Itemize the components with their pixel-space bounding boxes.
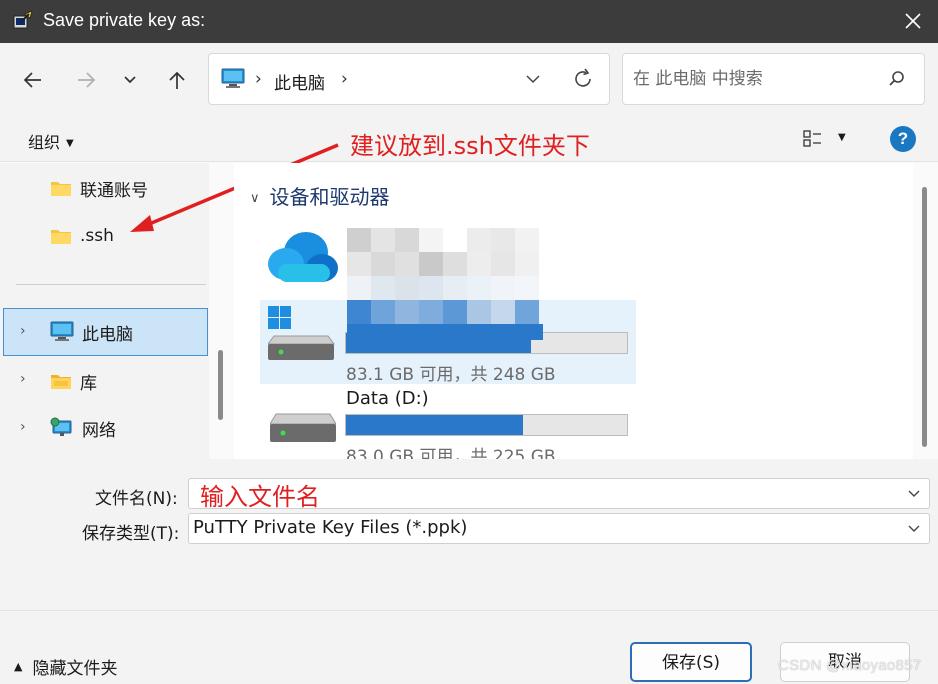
devices-group-header[interactable]: ∨ 设备和驱动器 <box>250 181 390 210</box>
network-icon <box>50 417 72 436</box>
privacy-mosaic <box>347 228 543 340</box>
hide-folders-label: 隐藏文件夹 <box>32 659 118 679</box>
nav-item-ssh-folder[interactable]: .ssh <box>50 218 114 254</box>
help-button[interactable]: ? <box>890 126 916 152</box>
drive-name: Data (D:) <box>346 388 429 409</box>
folder-icon <box>51 182 71 196</box>
drive-item-data[interactable]: Data (D:) 83.0 GB 可用，共 225 GB <box>260 382 636 459</box>
arrow-up-icon <box>169 71 185 89</box>
breadcrumb-separator: › <box>255 69 262 89</box>
filetype-select[interactable]: PuTTY Private Key Files (*.ppk) <box>188 513 930 544</box>
caret-up-icon: ▲ <box>14 660 23 673</box>
arrow-right-icon <box>78 72 96 88</box>
filename-label: 文件名(N): <box>95 489 178 509</box>
back-button[interactable] <box>18 65 48 95</box>
forward-button[interactable] <box>71 65 101 95</box>
filename-hint-annotation: 输入文件名 <box>200 483 320 511</box>
nav-item-label: 此电脑 <box>82 324 133 345</box>
onedrive-cloud-icon <box>268 232 338 282</box>
file-list-pane: ∨ 设备和驱动器 83.1 GB 可用，共 248 GB Data (D:) 8… <box>234 163 938 459</box>
chevron-down-icon[interactable] <box>907 522 921 536</box>
drive-info: 83.0 GB 可用，共 225 GB <box>346 447 556 459</box>
divider <box>0 610 938 611</box>
scrollbar-thumb[interactable] <box>218 350 223 420</box>
view-options-icon[interactable] <box>803 129 823 149</box>
libraries-icon <box>51 375 71 389</box>
filetype-label: 保存类型(T): <box>82 524 180 544</box>
window-title: Save private key as: <box>43 10 206 30</box>
nav-item-label: 网络 <box>82 420 116 441</box>
chevron-down-icon <box>124 76 136 84</box>
navigation-bar: › 此电脑 › <box>0 43 938 116</box>
drive-usage-bar <box>345 414 628 436</box>
search-input[interactable] <box>633 66 873 92</box>
nav-item-label: 库 <box>80 373 97 394</box>
divider <box>16 284 206 285</box>
nav-item-this-pc[interactable]: 此电脑 <box>50 314 133 350</box>
expand-chevron-icon[interactable]: › <box>20 371 26 387</box>
save-button[interactable]: 保存(S) <box>630 642 752 682</box>
expand-chevron-icon[interactable]: › <box>20 323 26 339</box>
file-list-scrollbar[interactable] <box>913 163 938 459</box>
collapse-caret-icon[interactable]: ∨ <box>250 191 260 206</box>
recent-locations-button[interactable] <box>115 65 145 95</box>
scrollbar-thumb[interactable] <box>922 187 927 447</box>
search-box[interactable] <box>622 53 925 105</box>
computer-icon <box>50 321 74 341</box>
chevron-down-icon[interactable] <box>907 487 921 501</box>
filetype-value: PuTTY Private Key Files (*.ppk) <box>193 517 468 538</box>
nav-item-label: .ssh <box>80 226 114 246</box>
refresh-icon[interactable] <box>571 67 595 91</box>
search-icon[interactable] <box>888 70 906 88</box>
caret-down-icon: ▼ <box>66 138 74 149</box>
up-button[interactable] <box>162 65 192 95</box>
breadcrumb-separator[interactable]: › <box>341 69 348 89</box>
title-bar: Save private key as: <box>0 0 938 43</box>
watermark: CSDN @xiaoyao857 <box>778 657 922 674</box>
drive-usage-fill <box>346 415 524 435</box>
windows-drive-icon <box>268 306 335 360</box>
organize-label: 组织 <box>28 133 61 152</box>
expand-chevron-icon[interactable]: › <box>20 419 26 435</box>
drive-icon <box>270 413 336 442</box>
breadcrumb-this-pc[interactable]: 此电脑 <box>274 69 325 94</box>
folder-icon <box>51 230 71 244</box>
arrow-left-icon <box>23 72 41 88</box>
nav-item-libraries[interactable]: 库 <box>50 363 97 399</box>
address-dropdown-icon[interactable] <box>524 70 542 88</box>
computer-icon <box>221 68 245 88</box>
save-form: 文件名(N): 保存类型(T): PuTTY Private Key Files… <box>0 459 938 684</box>
view-caret-icon[interactable]: ▼ <box>838 132 846 143</box>
hide-folders-toggle[interactable]: ▲ 隐藏文件夹 <box>14 654 117 679</box>
folder-hint-annotation: 建议放到.ssh文件夹下 <box>350 132 590 160</box>
address-bar[interactable]: › 此电脑 › <box>208 53 610 105</box>
close-icon[interactable] <box>900 8 926 34</box>
organize-menu[interactable]: 组织 ▼ <box>28 129 74 153</box>
group-label: 设备和驱动器 <box>269 185 390 209</box>
putty-app-icon <box>13 10 33 29</box>
nav-item-network[interactable]: 网络 <box>50 410 116 446</box>
